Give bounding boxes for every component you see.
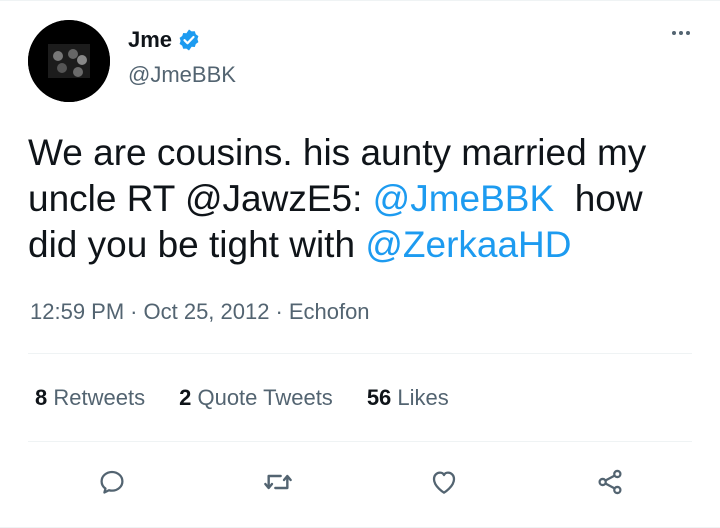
quotes-label: Quote Tweets xyxy=(197,385,333,410)
retweets-count: 8 xyxy=(35,385,48,410)
share-icon xyxy=(598,469,622,495)
author-name-row[interactable]: Jme xyxy=(128,27,201,53)
avatar[interactable] xyxy=(28,20,110,102)
stats-bottom-divider xyxy=(28,441,692,442)
action-bar xyxy=(0,462,720,506)
engagement-stats: 8 Retweets 2 Quote Tweets 56 Likes xyxy=(35,385,449,411)
likes-stat[interactable]: 56 Likes xyxy=(367,385,449,411)
more-dot xyxy=(686,31,690,35)
tweet-text: We are cousins. his aunty married my unc… xyxy=(28,130,698,268)
more-dot xyxy=(679,31,683,35)
like-button[interactable] xyxy=(424,462,464,502)
tweet-date[interactable]: Oct 25, 2012 xyxy=(144,299,270,324)
tweet-meta: 12:59 PM · Oct 25, 2012 · Echofon xyxy=(30,299,370,325)
avatar-image xyxy=(28,20,110,102)
retweet-icon xyxy=(264,474,292,490)
retweets-label: Retweets xyxy=(53,385,146,410)
retweets-stat[interactable]: 8 Retweets xyxy=(35,385,145,411)
reply-icon xyxy=(100,470,124,494)
more-icon[interactable] xyxy=(672,31,690,35)
more-dot xyxy=(672,31,676,35)
meta-separator: · xyxy=(130,299,138,324)
quotes-count: 2 xyxy=(179,385,192,410)
author-display-name[interactable]: Jme xyxy=(128,27,172,53)
mention-zerkaahd[interactable]: @ZerkaaHD xyxy=(365,224,571,265)
verified-badge-icon xyxy=(177,28,201,52)
likes-count: 56 xyxy=(366,385,392,410)
stats-top-divider xyxy=(28,353,692,354)
mention-jmebbk[interactable]: @JmeBBK xyxy=(373,178,555,219)
tweet-source[interactable]: Echofon xyxy=(289,299,370,324)
share-button[interactable] xyxy=(590,462,630,502)
tweet-time[interactable]: 12:59 PM xyxy=(30,299,124,324)
heart-icon xyxy=(432,471,456,494)
top-divider xyxy=(0,0,720,1)
meta-separator: · xyxy=(275,299,283,324)
likes-label: Likes xyxy=(397,385,449,410)
retweet-button[interactable] xyxy=(258,462,298,502)
reply-button[interactable] xyxy=(92,462,132,502)
author-handle[interactable]: @JmeBBK xyxy=(128,62,236,88)
quote-tweets-stat[interactable]: 2 Quote Tweets xyxy=(179,385,333,411)
